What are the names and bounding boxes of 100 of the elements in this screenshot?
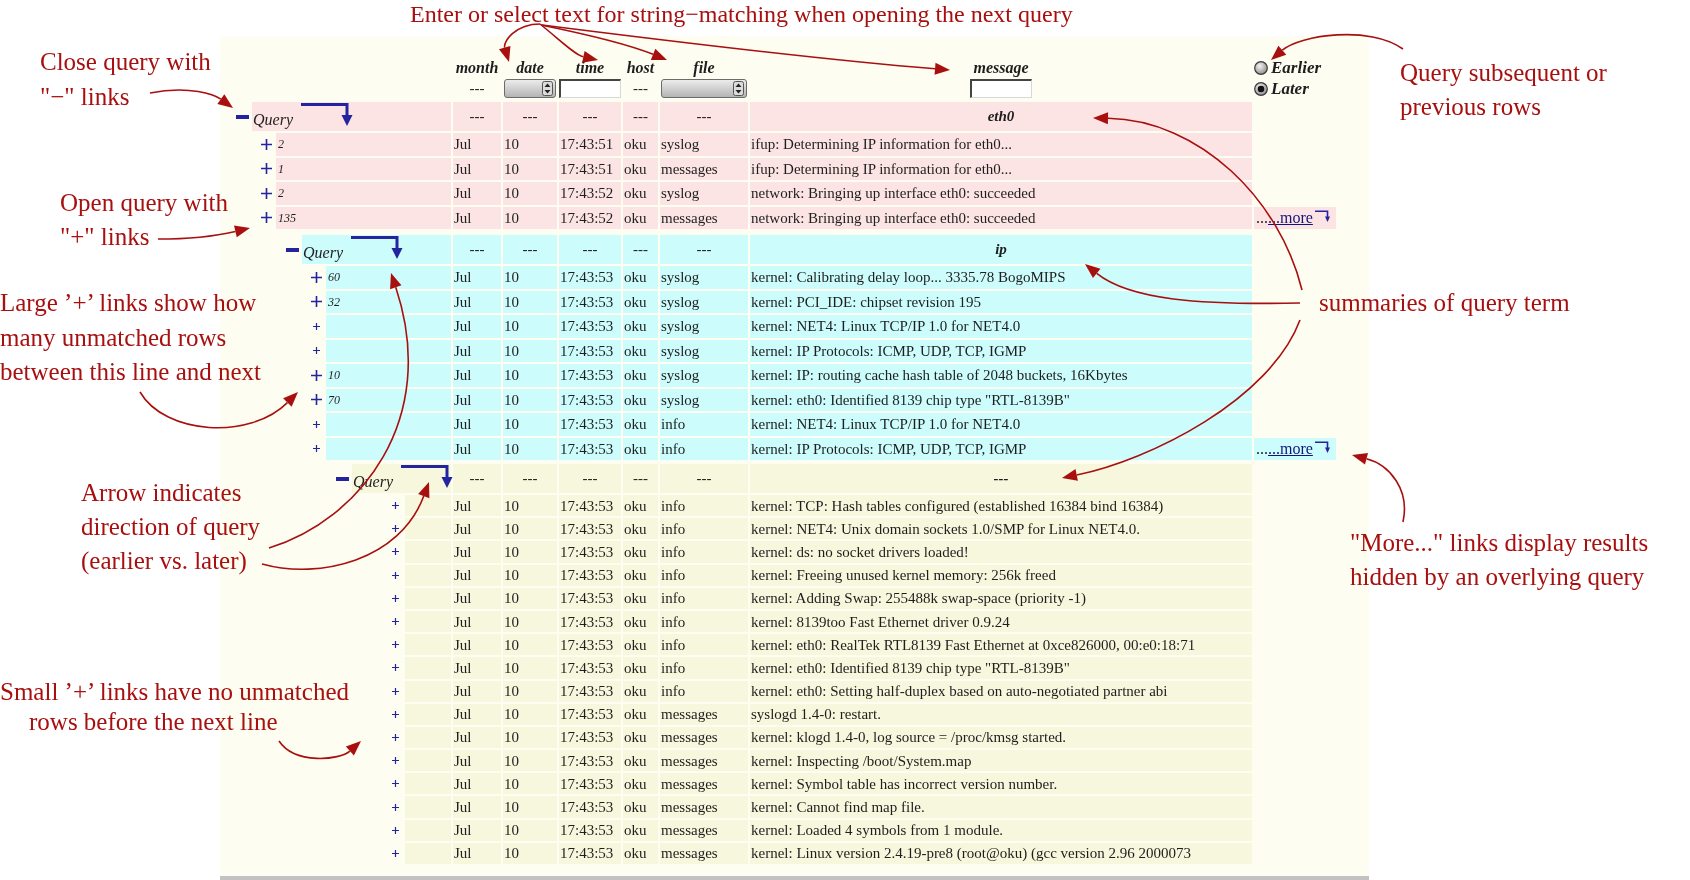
plus-icon[interactable] [260, 138, 272, 150]
plus-icon[interactable] [391, 571, 399, 579]
table-cell: oku [623, 750, 658, 772]
table-cell: kernel: Symbol table has incorrect version number. [750, 773, 1252, 795]
annotation-text: Large ’+’ links show how [0, 288, 257, 318]
table-cell: syslog [660, 290, 748, 313]
table-cell: 17:43:52 [559, 182, 621, 205]
summary-cell: --- [503, 235, 557, 264]
table-cell: 10 [503, 680, 557, 702]
table-cell: kernel: Linux version 2.4.19-pre8 (root@oku) (gcc version 2.96 2000073 [750, 842, 1252, 864]
table-cell: 17:43:53 [559, 750, 621, 772]
table-cell: 10 [503, 437, 557, 460]
text-field[interactable] [559, 79, 621, 98]
annotation-text: hidden by an overlying query [1350, 562, 1645, 592]
table-cell: messages [660, 773, 748, 795]
plus-icon[interactable] [391, 803, 399, 811]
table-cell: syslog [660, 315, 748, 338]
column-label: host [626, 59, 655, 77]
table-cell: 2 [276, 133, 451, 156]
table-cell: messages [660, 206, 748, 229]
table-cell: 17:43:53 [559, 796, 621, 818]
summary-cell: --- [623, 235, 658, 264]
table-cell: info [660, 437, 748, 460]
table-cell: 10 [503, 339, 557, 362]
table-cell: oku [623, 587, 658, 609]
radio-option[interactable]: Later [1254, 80, 1336, 97]
table-cell: 10 [503, 388, 557, 411]
plus-icon[interactable] [391, 687, 399, 695]
table-cell: 17:43:53 [559, 587, 621, 609]
table-cell: kernel: IP Protocols: ICMP, UDP, TCP, IGMP [750, 437, 1252, 460]
radio-icon[interactable] [1254, 81, 1268, 96]
text-field[interactable] [970, 79, 1032, 98]
table-cell: oku [623, 796, 658, 818]
plus-icon[interactable] [391, 618, 399, 626]
table-cell [405, 495, 451, 517]
table-cell [405, 518, 451, 540]
table-cell: 10 [503, 726, 557, 749]
plus-icon[interactable] [391, 733, 399, 741]
table-cell: 17:43:52 [559, 206, 621, 229]
table-cell: 10 [503, 703, 557, 725]
table-cell: 17:43:53 [559, 541, 621, 563]
plus-icon[interactable] [391, 757, 399, 765]
table-cell: 10 [503, 750, 557, 772]
table-cell: 10 [503, 495, 557, 517]
table-cell: oku [623, 518, 658, 540]
callout-arrow [1352, 453, 1406, 523]
table-cell: info [660, 495, 748, 517]
table-cell: Jul [453, 364, 501, 387]
table-cell: 10 [503, 206, 557, 229]
table-cell: 17:43:53 [559, 773, 621, 795]
table-cell: 10 [503, 564, 557, 586]
radio-option[interactable]: Earlier [1254, 59, 1336, 76]
radio-icon[interactable] [1254, 60, 1268, 75]
table-cell: oku [623, 364, 658, 387]
table-cell: Jul [453, 564, 501, 586]
annotation-text: between this line and next [0, 357, 262, 387]
table-cell: oku [623, 773, 658, 795]
table-cell: info [660, 413, 748, 436]
dropdown-field[interactable] [504, 79, 556, 98]
minus-icon[interactable] [235, 114, 249, 119]
table-cell: messages [660, 796, 748, 818]
table-cell: 17:43:53 [559, 634, 621, 656]
plus-icon[interactable] [391, 826, 399, 834]
plus-icon[interactable] [391, 594, 399, 602]
summary-cell: --- [623, 102, 658, 131]
more-link[interactable]: ...more [1268, 439, 1313, 458]
table-cell: syslogd 1.4-0: restart. [750, 703, 1252, 725]
table-cell: kernel: Cannot find map file. [750, 796, 1252, 818]
table-cell: Jul [453, 587, 501, 609]
plus-icon[interactable] [391, 664, 399, 672]
table-cell: messages [660, 750, 748, 772]
table-cell: Jul [453, 773, 501, 795]
plus-icon[interactable] [391, 641, 399, 649]
table-cell: 17:43:53 [559, 315, 621, 338]
table-cell: messages [660, 703, 748, 725]
table-cell: oku [623, 657, 658, 679]
table-cell: 17:43:53 [559, 437, 621, 460]
table-cell: 17:43:53 [559, 266, 621, 289]
table-cell: oku [623, 413, 658, 436]
table-cell: kernel: Inspecting /boot/System.map [750, 750, 1252, 772]
table-cell: 17:43:53 [559, 703, 621, 725]
annotation-text: many unmatched rows [0, 322, 227, 353]
dropdown-field[interactable] [661, 79, 747, 98]
plus-icon[interactable] [391, 710, 399, 718]
plus-icon[interactable] [391, 780, 399, 788]
ellipsis-text: ... [1256, 439, 1268, 458]
table-cell: syslog [660, 339, 748, 362]
plus-icon[interactable] [260, 163, 272, 175]
minus-icon[interactable] [285, 247, 299, 252]
table-cell: kernel: eth0: Identified 8139 chip type "RTL-8139B" [750, 388, 1252, 411]
table-cell: Jul [453, 437, 501, 460]
plus-icon[interactable] [260, 212, 272, 224]
table-cell: 10 [503, 315, 557, 338]
table-cell: kernel: TCP: Hash tables configured (established 16384 bind 16384) [750, 495, 1252, 517]
plus-icon[interactable] [391, 548, 399, 556]
table-cell: Jul [453, 610, 501, 633]
table-cell: 10 [503, 773, 557, 795]
plus-icon[interactable] [260, 187, 272, 199]
table-cell: kernel: klogd 1.4-0, log source = /proc/kmsg started. [750, 726, 1252, 749]
plus-icon[interactable] [391, 849, 399, 857]
